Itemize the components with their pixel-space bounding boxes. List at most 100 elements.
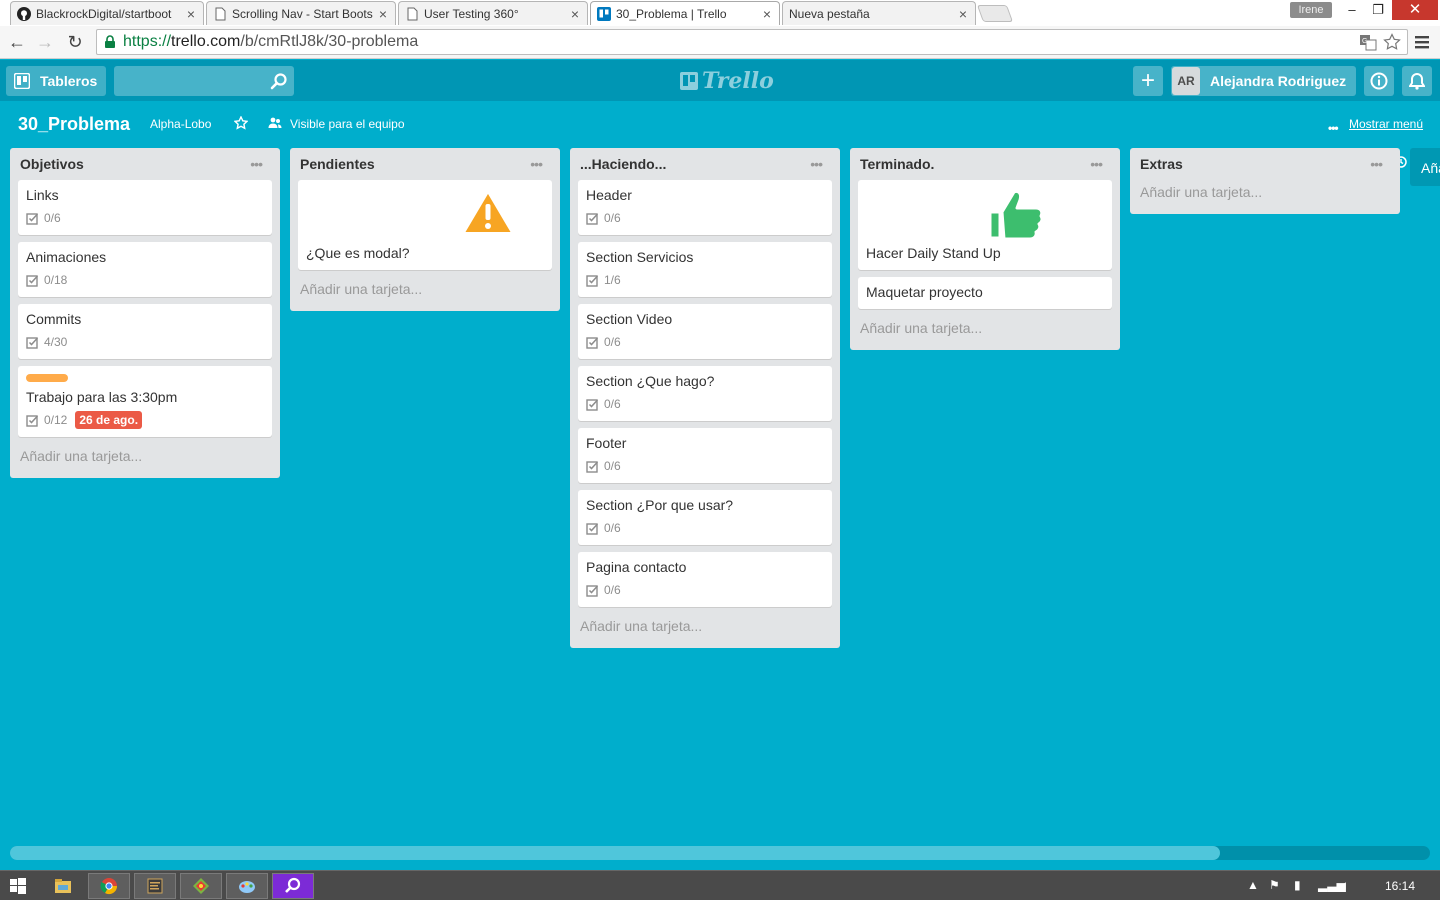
list-menu-icon[interactable]: •••: [250, 156, 272, 172]
list-header[interactable]: Pendientes •••: [298, 148, 552, 180]
card[interactable]: Maquetar proyecto: [858, 277, 1112, 309]
add-card-link[interactable]: Añadir una tarjeta...: [18, 444, 272, 470]
checklist-icon: [586, 274, 599, 287]
list-menu-icon[interactable]: •••: [1370, 156, 1392, 172]
close-icon[interactable]: ×: [959, 6, 967, 22]
card[interactable]: Animaciones 0/18: [18, 242, 272, 297]
taskbar-clock[interactable]: 16:14: [1385, 879, 1415, 893]
card-badges: 4/30: [26, 333, 264, 351]
list-header[interactable]: ...Haciendo... •••: [578, 148, 832, 180]
search-tool-icon[interactable]: [272, 873, 314, 899]
card[interactable]: Section Servicios 1/6: [578, 242, 832, 297]
logo-text: Trello: [702, 68, 774, 94]
add-list-button[interactable]: Añadir una lista...: [1410, 148, 1440, 186]
volume-icon[interactable]: 🔈︎: [1342, 878, 1349, 893]
list-title[interactable]: Extras: [1140, 156, 1183, 172]
checklist-count: 0/6: [604, 583, 621, 597]
card[interactable]: ¿Que es modal?: [298, 180, 552, 270]
search-icon[interactable]: [270, 72, 288, 90]
list-header[interactable]: Objetivos •••: [18, 148, 272, 180]
browser-tab-active[interactable]: 30_Problema | Trello ×: [590, 1, 780, 25]
translate-icon[interactable]: G: [1359, 33, 1377, 51]
board-title[interactable]: 30_Problema: [18, 114, 130, 135]
checklist-icon: [26, 212, 39, 225]
card[interactable]: Pagina contacto 0/6: [578, 552, 832, 607]
add-card-link[interactable]: Añadir una tarjeta...: [858, 316, 1112, 342]
card[interactable]: Links 0/6: [18, 180, 272, 235]
notifications-button[interactable]: [1402, 66, 1432, 96]
card[interactable]: Commits 4/30: [18, 304, 272, 359]
list-title[interactable]: Objetivos: [20, 156, 84, 172]
list-title[interactable]: Pendientes: [300, 156, 375, 172]
list-menu-icon[interactable]: •••: [530, 156, 552, 172]
minimize-icon[interactable]: –: [1338, 0, 1366, 20]
team-visibility-icon[interactable]: [268, 116, 282, 130]
list-terminado: Terminado. ••• Hacer Daily Stand Up Maqu…: [850, 148, 1120, 350]
bookmark-star-icon[interactable]: [1383, 33, 1401, 51]
close-icon[interactable]: ×: [379, 6, 387, 22]
close-icon[interactable]: ×: [763, 6, 771, 22]
list-title[interactable]: Terminado.: [860, 156, 934, 172]
address-bar[interactable]: https://trello.com/b/cmRtlJ8k/30-problem…: [96, 29, 1408, 55]
card[interactable]: Section ¿Por que usar? 0/6: [578, 490, 832, 545]
card-title: Section ¿Por que usar?: [586, 497, 734, 513]
close-icon[interactable]: ×: [187, 6, 195, 22]
checklist-icon: [26, 336, 39, 349]
window-close-icon[interactable]: ✕: [1392, 0, 1438, 20]
windows-start-icon[interactable]: [10, 878, 26, 894]
git-client-icon[interactable]: [180, 873, 222, 899]
file-explorer-icon[interactable]: [42, 873, 84, 899]
card[interactable]: Section Video 0/6: [578, 304, 832, 359]
browser-tab[interactable]: User Testing 360° ×: [398, 1, 588, 25]
app-header: Tableros Trello + AR Alejandra Rodriguez: [0, 60, 1440, 101]
card[interactable]: Hacer Daily Stand Up: [858, 180, 1112, 270]
reload-icon[interactable]: ↻: [64, 31, 86, 53]
list-title[interactable]: ...Haciendo...: [580, 156, 666, 172]
checklist-count: 4/30: [44, 335, 68, 349]
action-center-flag-icon[interactable]: ⚑: [1269, 878, 1280, 892]
close-icon[interactable]: ×: [571, 6, 579, 22]
list-header[interactable]: Terminado. •••: [858, 148, 1112, 180]
member-menu-button[interactable]: AR Alejandra Rodriguez: [1171, 66, 1356, 96]
card[interactable]: Trabajo para las 3:30pm 0/12 26 de ago.: [18, 156, 1407, 437]
forward-icon[interactable]: →: [34, 31, 56, 53]
browser-profile[interactable]: Irene: [1290, 2, 1332, 18]
list-menu-icon[interactable]: •••: [1090, 156, 1112, 172]
card[interactable]: Section ¿Que hago? 0/6: [578, 366, 832, 421]
restore-icon[interactable]: ❐: [1364, 0, 1392, 20]
add-card-link[interactable]: Añadir una tarjeta...: [578, 614, 832, 640]
show-menu-link[interactable]: Mostrar menú: [1349, 117, 1423, 131]
info-button[interactable]: [1364, 66, 1394, 96]
boards-button[interactable]: Tableros: [6, 66, 106, 96]
add-button[interactable]: +: [1133, 66, 1163, 96]
visibility-label[interactable]: Visible para el equipo: [290, 117, 405, 131]
new-tab-button[interactable]: [976, 5, 1014, 22]
list-header[interactable]: Extras •••: [1138, 148, 1392, 180]
trello-logo[interactable]: Trello: [680, 68, 774, 94]
list-menu-icon[interactable]: •••: [810, 156, 832, 172]
browser-tab[interactable]: BlackrockDigital/startboot ×: [10, 1, 204, 25]
battery-icon[interactable]: ▮: [1294, 878, 1301, 892]
checklist-count: 0/6: [604, 335, 621, 349]
card-cover: [866, 186, 1104, 244]
back-icon[interactable]: ←: [6, 31, 28, 53]
add-card-link[interactable]: Añadir una tarjeta...: [298, 277, 552, 303]
card[interactable]: Header 0/6: [578, 180, 832, 235]
more-icon[interactable]: •••: [1328, 121, 1339, 135]
text-editor-icon[interactable]: [134, 873, 176, 899]
browser-menu-icon[interactable]: [1414, 34, 1430, 50]
add-card-link[interactable]: Añadir una tarjeta...: [1138, 180, 1392, 206]
card[interactable]: Footer 0/6: [578, 428, 832, 483]
card-badges: 0/6: [586, 519, 824, 537]
list-haciendo: ...Haciendo... ••• Header 0/6 Section Se…: [570, 148, 840, 648]
search-input[interactable]: [114, 66, 294, 96]
browser-tab[interactable]: Scrolling Nav - Start Boots ×: [206, 1, 396, 25]
card-title: Animaciones: [26, 249, 107, 265]
browser-tab[interactable]: Nueva pestaña ×: [782, 1, 976, 25]
star-icon[interactable]: [234, 116, 248, 130]
chrome-icon[interactable]: [88, 873, 130, 899]
tray-expand-icon[interactable]: ▲: [1247, 878, 1259, 892]
team-name-link[interactable]: Alpha-Lobo: [150, 117, 211, 131]
horizontal-scrollbar-thumb[interactable]: [10, 846, 1220, 860]
paint-app-icon[interactable]: [226, 873, 268, 899]
